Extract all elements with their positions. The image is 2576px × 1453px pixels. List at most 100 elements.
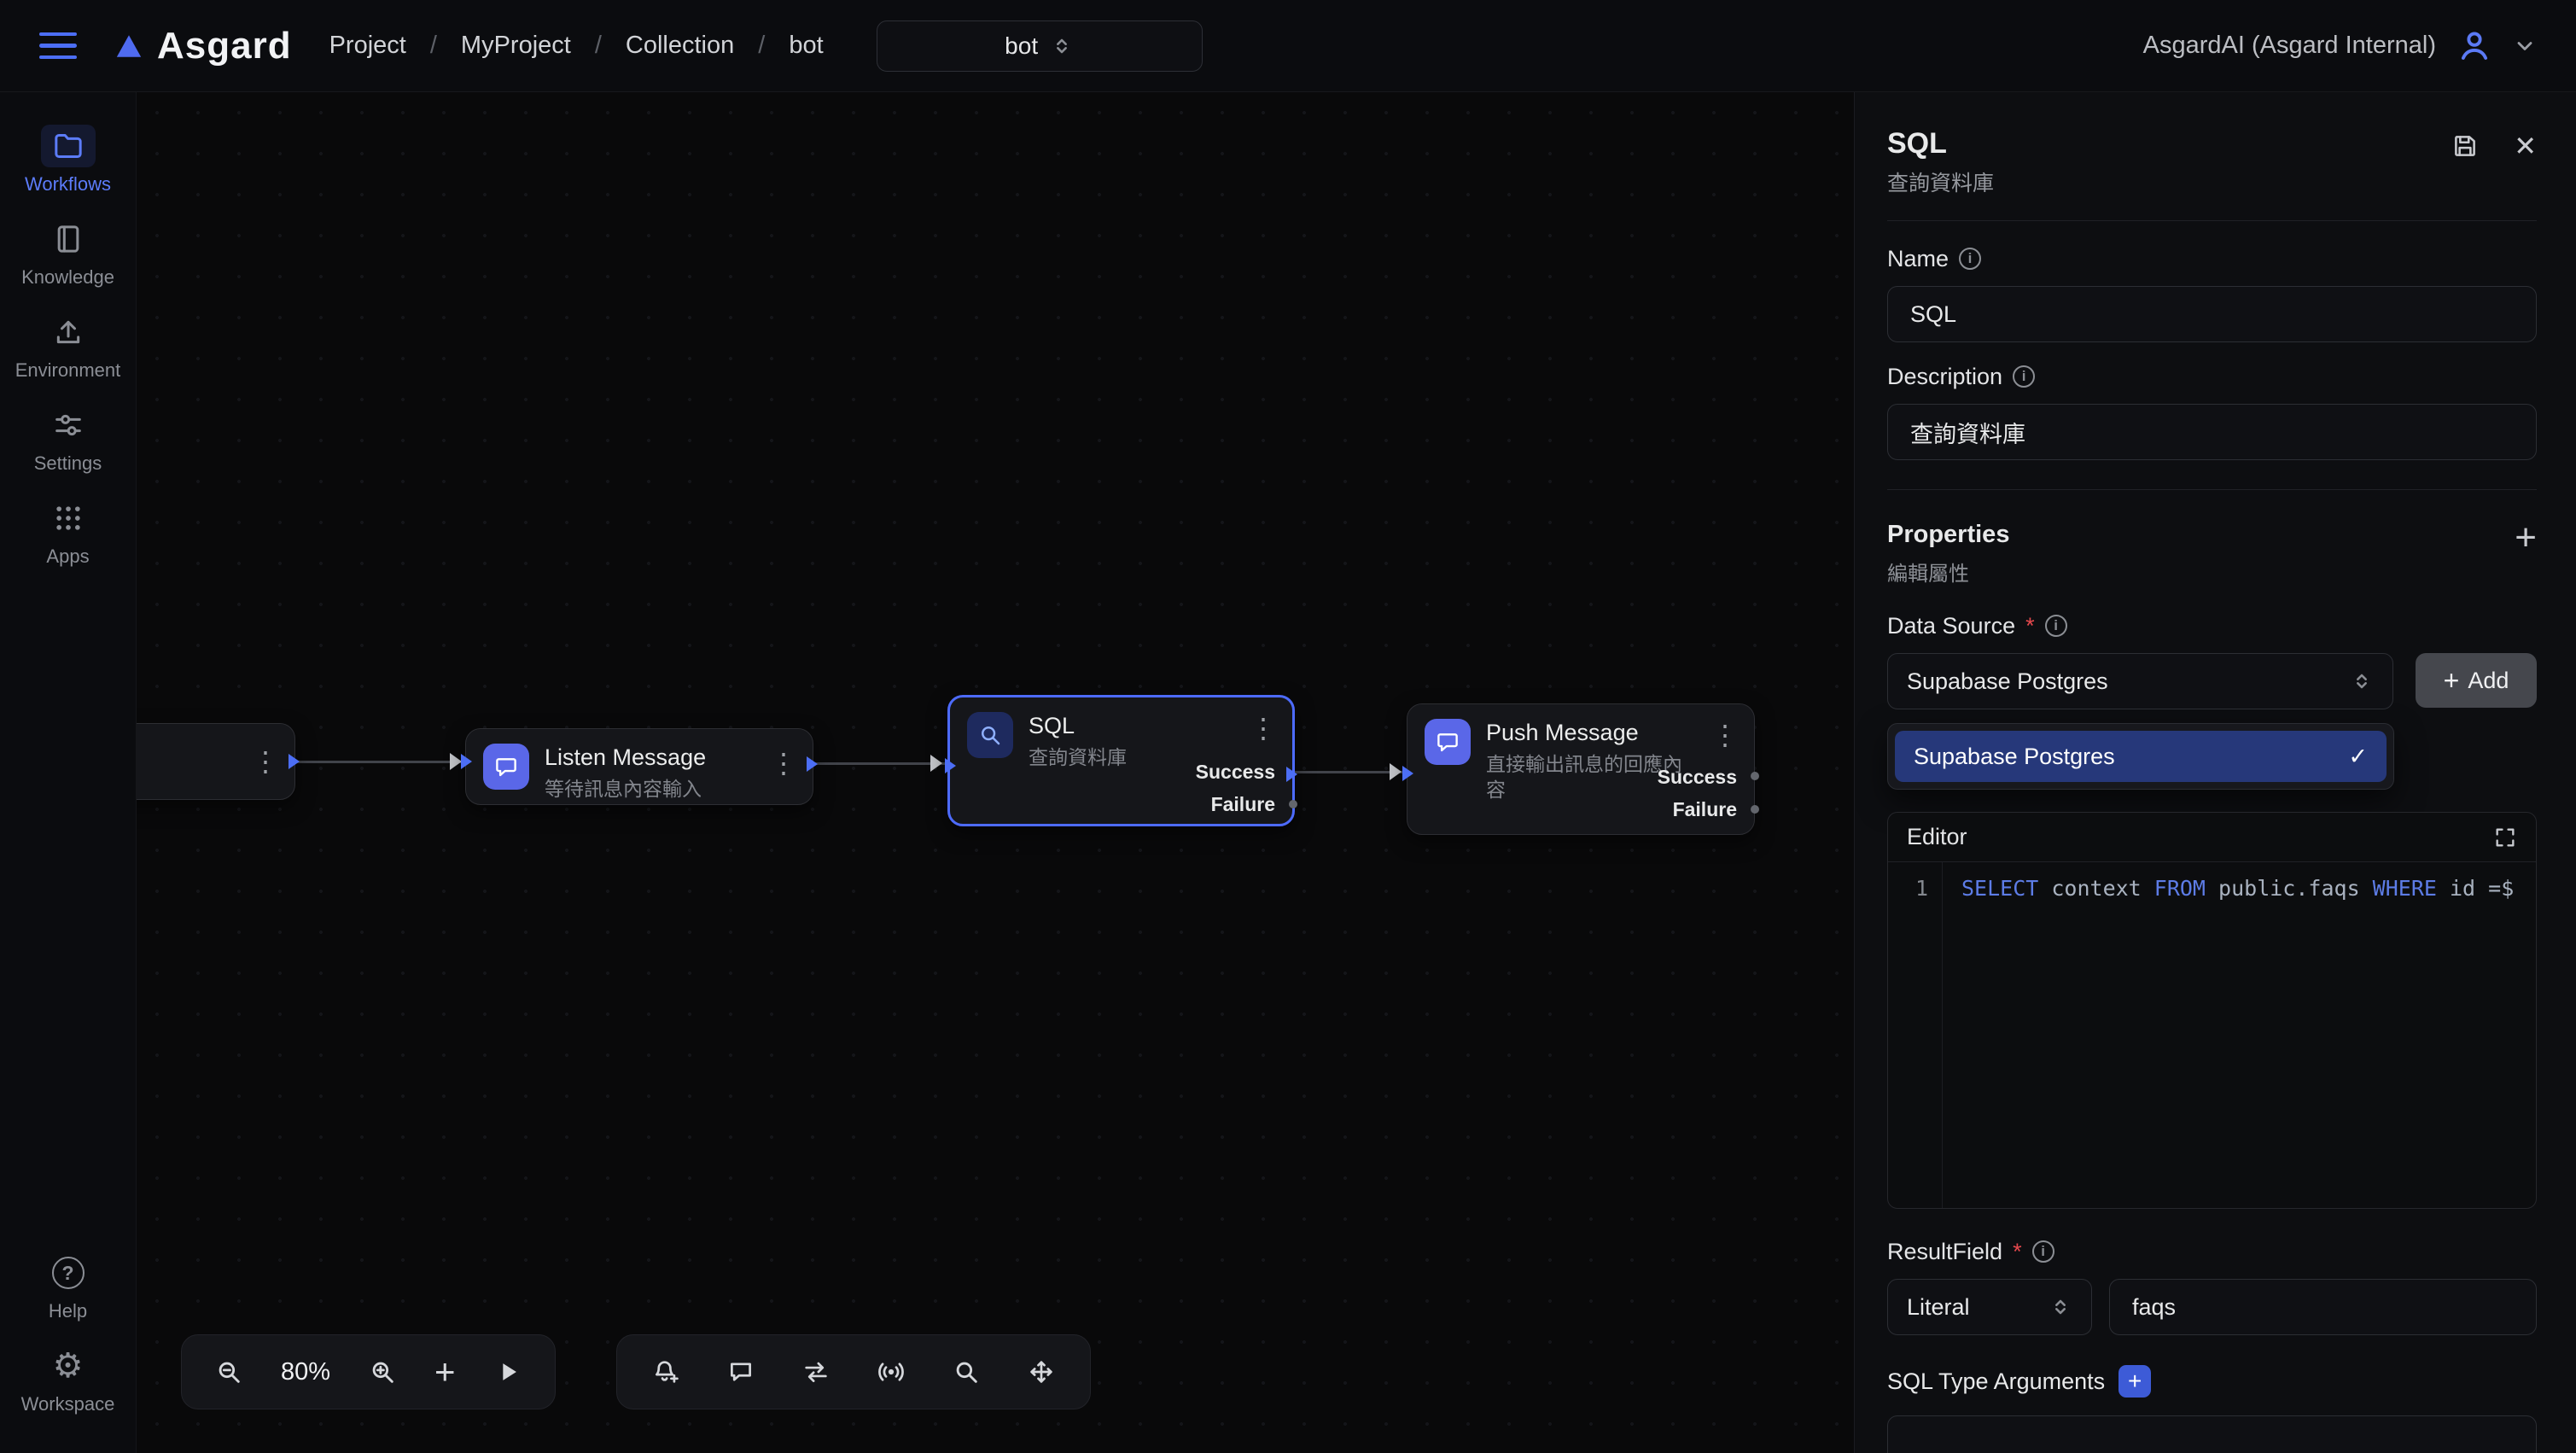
node-listen-message[interactable]: Listen Message 等待訊息內容輸入 ⋮ xyxy=(465,728,813,805)
result-field-label-row: ResultField * i xyxy=(1887,1238,2537,1265)
dropdown-option-label: Supabase Postgres xyxy=(1914,744,2115,770)
node-menu-icon[interactable]: ⋮ xyxy=(770,750,797,777)
pan-button[interactable] xyxy=(1027,1357,1056,1386)
code-line[interactable]: SELECT context FROM public.faqs WHERE id… xyxy=(1943,862,2514,1208)
chevron-up-down-icon xyxy=(1050,34,1074,58)
output-port[interactable] xyxy=(807,756,825,772)
add-property-button[interactable]: + xyxy=(2515,519,2537,557)
folder-icon xyxy=(41,125,96,167)
search-button[interactable] xyxy=(952,1357,981,1386)
breadcrumb-item-collection[interactable]: Collection xyxy=(626,32,734,60)
canvas-zoom-toolbar: 80% + xyxy=(181,1334,556,1409)
logo[interactable]: Asgard xyxy=(114,25,292,67)
notification-add-button[interactable] xyxy=(651,1357,680,1386)
output-success-label: Success xyxy=(1196,756,1275,788)
node-title: Listen Message xyxy=(545,744,706,771)
wire xyxy=(813,762,947,765)
output-port-failure[interactable] xyxy=(1751,805,1759,814)
chevron-up-down-icon xyxy=(2049,1295,2072,1319)
result-field-input[interactable] xyxy=(2109,1279,2537,1335)
save-button[interactable] xyxy=(2451,131,2480,160)
add-node-button[interactable]: + xyxy=(434,1354,456,1390)
plus-icon: + xyxy=(2444,667,2460,694)
sidebar-item-workflows[interactable]: Workflows xyxy=(0,118,136,202)
info-icon[interactable]: i xyxy=(2032,1240,2054,1263)
sidebar-item-label: Settings xyxy=(34,452,102,475)
node-menu-icon[interactable]: ⋮ xyxy=(1711,721,1739,749)
add-argument-button[interactable]: + xyxy=(2118,1365,2151,1398)
apps-grid-icon xyxy=(41,497,96,540)
name-label-row: Name i xyxy=(1887,245,2537,272)
output-port-success[interactable] xyxy=(1286,767,1305,782)
description-label-row: Description i xyxy=(1887,363,2537,390)
breadcrumb-item-bot[interactable]: bot xyxy=(789,32,823,60)
expand-icon[interactable] xyxy=(2493,826,2517,849)
wire xyxy=(295,761,465,763)
zoom-out-button[interactable] xyxy=(214,1357,243,1386)
sidebar-item-workspace[interactable]: ⚙ Workspace xyxy=(0,1338,136,1422)
breadcrumb-item-myproject[interactable]: MyProject xyxy=(461,32,571,60)
node-menu-icon[interactable]: ⋮ xyxy=(1250,715,1277,742)
dropdown-option-supabase-postgres[interactable]: Supabase Postgres ✓ xyxy=(1895,731,2387,782)
add-data-source-button[interactable]: + Add xyxy=(2416,653,2537,708)
input-port[interactable] xyxy=(945,758,964,773)
result-field-type-select[interactable]: Literal xyxy=(1887,1279,2092,1335)
menu-button[interactable] xyxy=(39,32,77,60)
sidebar-item-label: Knowledge xyxy=(21,266,114,289)
input-port[interactable] xyxy=(1402,766,1421,781)
logo-text: Asgard xyxy=(157,25,292,67)
data-source-label: Data Source xyxy=(1887,613,2015,639)
sidebar-item-label: Workflows xyxy=(25,173,111,195)
broadcast-button[interactable] xyxy=(877,1357,906,1386)
sidebar-item-environment[interactable]: Environment xyxy=(0,304,136,388)
info-icon[interactable]: i xyxy=(2013,365,2035,388)
output-port-failure[interactable] xyxy=(1289,800,1297,808)
breadcrumb-separator: / xyxy=(595,32,602,60)
magnifier-icon xyxy=(967,712,1013,758)
sidebar: Workflows Knowledge Environment Settings… xyxy=(0,92,137,1453)
node-subtitle: 直接輸出訊息的回應內容 xyxy=(1486,751,1684,802)
description-input[interactable] xyxy=(1887,404,2537,460)
output-port-success[interactable] xyxy=(1751,772,1759,780)
user-icon[interactable] xyxy=(2457,28,2492,64)
run-button[interactable] xyxy=(493,1357,522,1386)
output-port[interactable] xyxy=(288,754,307,769)
chevron-down-icon[interactable] xyxy=(2513,34,2537,58)
sql-type-argument-input[interactable] xyxy=(1887,1415,2537,1453)
node-menu-icon[interactable]: ⋮ xyxy=(252,748,279,775)
input-port[interactable] xyxy=(461,754,480,769)
sidebar-item-settings[interactable]: Settings xyxy=(0,397,136,481)
name-input[interactable] xyxy=(1887,286,2537,342)
sidebar-item-apps[interactable]: Apps xyxy=(0,490,136,575)
divider xyxy=(1887,489,2537,490)
move-icon xyxy=(1027,1357,1056,1386)
data-source-select[interactable]: Supabase Postgres xyxy=(1887,653,2393,709)
chat-bubble-icon xyxy=(1425,719,1471,765)
breadcrumb-item-project[interactable]: Project xyxy=(329,32,406,60)
node-partial[interactable]: ⋮ xyxy=(137,723,295,800)
breadcrumb: Project / MyProject / Collection / bot xyxy=(329,32,824,60)
chevron-up-down-icon xyxy=(2350,669,2374,693)
info-icon[interactable]: i xyxy=(2045,615,2067,637)
info-icon[interactable]: i xyxy=(1959,248,1981,270)
zoom-in-button[interactable] xyxy=(368,1357,397,1386)
swap-button[interactable] xyxy=(801,1357,830,1386)
sidebar-item-knowledge[interactable]: Knowledge xyxy=(0,211,136,295)
close-button[interactable]: ✕ xyxy=(2514,132,2537,160)
book-icon xyxy=(41,218,96,260)
node-push-message[interactable]: Push Message 直接輸出訊息的回應內容 ⋮ Success Failu… xyxy=(1407,703,1755,835)
code-area[interactable]: 1 SELECT context FROM public.faqs WHERE … xyxy=(1888,862,2536,1208)
workflow-select[interactable]: bot xyxy=(877,20,1203,72)
logo-triangle-icon xyxy=(114,32,143,61)
workflow-canvas[interactable]: ⋮ Listen Message 等待訊息內容輸入 ⋮ xyxy=(137,92,1854,1453)
comment-button[interactable] xyxy=(726,1357,755,1386)
sidebar-item-help[interactable]: ? Help xyxy=(0,1245,136,1329)
breadcrumb-separator: / xyxy=(758,32,765,60)
node-settings-panel: SQL 查詢資料庫 ✕ Name i Description i Propert xyxy=(1854,92,2576,1453)
sql-editor: Editor 1 SELECT context FROM public.faqs… xyxy=(1887,812,2537,1209)
node-sql[interactable]: SQL 查詢資料庫 ⋮ Success Failure xyxy=(947,695,1295,826)
result-field-label: ResultField xyxy=(1887,1239,2002,1265)
workflow-select-value: bot xyxy=(1005,32,1038,60)
account-label: AsgardAI (Asgard Internal) xyxy=(2143,32,2436,60)
properties-subtitle: 編輯屬性 xyxy=(1887,557,2009,586)
